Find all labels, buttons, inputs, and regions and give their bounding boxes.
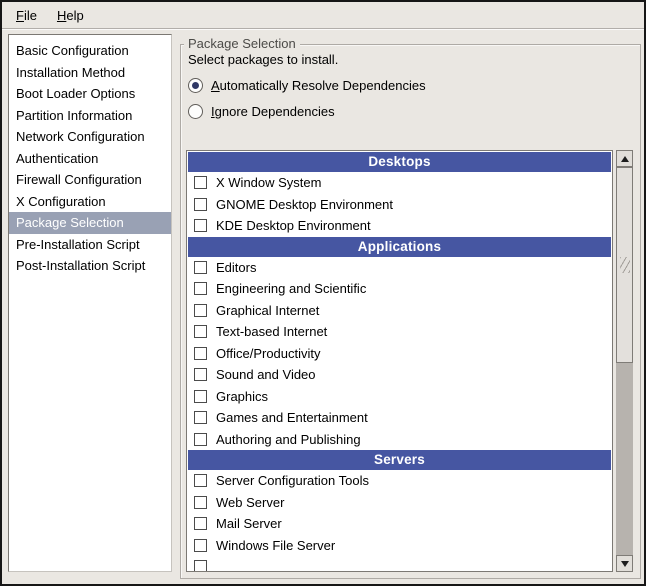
checkbox-graphics[interactable] [194,390,207,403]
package-selection-frame: Package Selection Select packages to ins… [180,44,641,579]
radio-button-icon[interactable] [188,104,203,119]
frame-title: Package Selection [184,36,300,52]
checkbox-server-configuration-tools[interactable] [194,474,207,487]
checkbox-editors[interactable] [194,261,207,274]
checkbox-partial[interactable] [194,560,207,572]
checkbox-graphical-internet[interactable] [194,304,207,317]
sidebar-item-network-configuration[interactable]: Network Configuration [9,126,171,148]
scroll-down-button[interactable] [616,555,633,572]
package-row-office-productivity[interactable]: Office/Productivity [188,343,611,365]
checkbox-web-server[interactable] [194,496,207,509]
sidebar-item-basic-configuration[interactable]: Basic Configuration [9,40,171,62]
package-row-editors[interactable]: Editors [188,257,611,279]
radio-ignore-dependencies[interactable]: Ignore Dependencies [188,104,335,119]
sidebar-item-post-installation-script[interactable]: Post-Installation Script [9,255,171,277]
checkbox-office-productivity[interactable] [194,347,207,360]
package-row-graphical-internet[interactable]: Graphical Internet [188,300,611,322]
checkbox-mail-server[interactable] [194,517,207,530]
package-row-games-and-entertainment[interactable]: Games and Entertainment [188,407,611,429]
radio-automatically-resolve-dependencies[interactable]: Automatically Resolve Dependencies [188,78,426,93]
scroll-track[interactable] [616,167,633,555]
package-row-x-window-system[interactable]: X Window System [188,172,611,194]
package-row-windows-file-server[interactable]: Windows File Server [188,535,611,557]
package-row-kde-desktop-environment[interactable]: KDE Desktop Environment [188,215,611,237]
scroll-thumb[interactable] [616,167,633,363]
package-row-graphics[interactable]: Graphics [188,386,611,408]
sidebar-item-firewall-configuration[interactable]: Firewall Configuration [9,169,171,191]
package-row-gnome-desktop-environment[interactable]: GNOME Desktop Environment [188,194,611,216]
sidebar-item-authentication[interactable]: Authentication [9,148,171,170]
checkbox-engineering-and-scientific[interactable] [194,282,207,295]
checkbox-sound-and-video[interactable] [194,368,207,381]
package-row-sound-and-video[interactable]: Sound and Video [188,364,611,386]
checkbox-kde-desktop-environment[interactable] [194,219,207,232]
sidebar-list[interactable]: Basic ConfigurationInstallation MethodBo… [8,34,172,572]
radio-button-icon[interactable] [188,78,203,93]
sidebar-item-pre-installation-script[interactable]: Pre-Installation Script [9,234,171,256]
sidebar-item-installation-method[interactable]: Installation Method [9,62,171,84]
menubar: FileHelp [2,2,644,29]
group-header-desktops: Desktops [188,152,611,172]
sidebar-item-partition-information[interactable]: Partition Information [9,105,171,127]
package-row-partial[interactable] [188,556,611,572]
package-row-engineering-and-scientific[interactable]: Engineering and Scientific [188,278,611,300]
panel-description: Select packages to install. [188,52,338,67]
checkbox-gnome-desktop-environment[interactable] [194,198,207,211]
scroll-up-button[interactable] [616,150,633,167]
checkbox-x-window-system[interactable] [194,176,207,189]
scrollbar-vertical[interactable] [616,150,633,572]
checkbox-games-and-entertainment[interactable] [194,411,207,424]
package-list[interactable]: Desktops X Window System GNOME Desktop E… [186,150,613,572]
menu-item-help[interactable]: Help [47,5,94,26]
group-header-applications: Applications [188,237,611,257]
package-scrollwindow: Desktops X Window System GNOME Desktop E… [186,150,633,572]
window-root: { "menu": { "items": [ {"accel": "F", "r… [0,0,646,586]
sidebar-item-package-selection[interactable]: Package Selection [9,212,171,234]
thumb-grip-icon [620,257,630,273]
group-header-servers: Servers [188,450,611,470]
radio-dot [192,82,199,89]
arrow-down-icon [621,561,629,567]
package-row-text-based-internet[interactable]: Text-based Internet [188,321,611,343]
checkbox-authoring-and-publishing[interactable] [194,433,207,446]
arrow-up-icon [621,156,629,162]
checkbox-text-based-internet[interactable] [194,325,207,338]
sidebar-item-x-configuration[interactable]: X Configuration [9,191,171,213]
sidebar-item-boot-loader-options[interactable]: Boot Loader Options [9,83,171,105]
package-row-authoring-and-publishing[interactable]: Authoring and Publishing [188,429,611,451]
checkbox-windows-file-server[interactable] [194,539,207,552]
package-row-server-configuration-tools[interactable]: Server Configuration Tools [188,470,611,492]
package-row-mail-server[interactable]: Mail Server [188,513,611,535]
menu-item-file[interactable]: File [6,5,47,26]
package-row-web-server[interactable]: Web Server [188,492,611,514]
